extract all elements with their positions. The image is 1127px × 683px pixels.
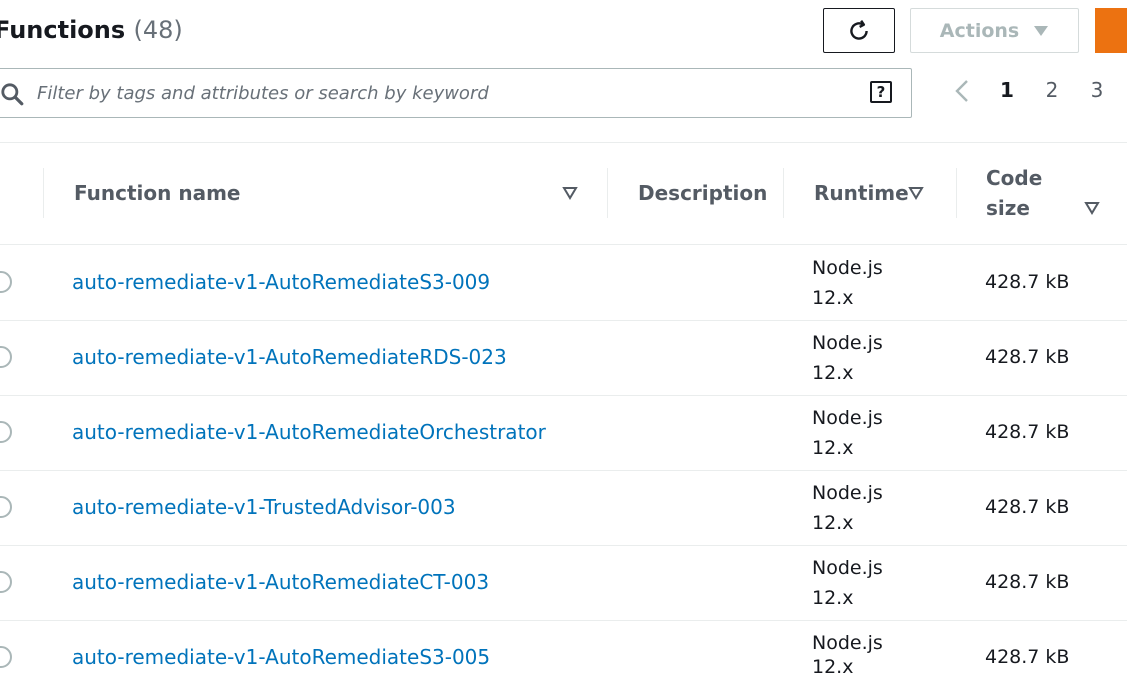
page-title: Functions (48): [0, 14, 183, 46]
page-2-button[interactable]: 2: [1040, 76, 1064, 104]
function-count: (48): [133, 16, 183, 44]
runtime-cell: Node.js: [812, 557, 883, 579]
row-select-radio[interactable]: [0, 421, 12, 443]
sort-icon[interactable]: [1084, 201, 1100, 215]
runtime-cell: Node.js: [812, 257, 883, 279]
actions-label: Actions: [939, 19, 1020, 42]
code-size-cell: 428.7 kB: [985, 571, 1070, 593]
runtime-version-cell: 12.x: [812, 437, 854, 459]
function-name-link[interactable]: auto-remediate-v1-AutoRemediateRDS-023: [72, 342, 507, 372]
code-size-cell: 428.7 kB: [985, 496, 1070, 518]
runtime-version-cell: 12.x: [812, 287, 854, 309]
column-header-code-size-line2[interactable]: size: [986, 193, 1030, 223]
row-divider: [0, 545, 1127, 546]
row-select-radio[interactable]: [0, 571, 12, 593]
caret-down-icon: [1034, 25, 1049, 36]
code-size-cell: 428.7 kB: [985, 646, 1070, 668]
column-separator: [956, 168, 957, 218]
runtime-cell: Node.js: [812, 332, 883, 354]
row-select-radio[interactable]: [0, 271, 12, 293]
create-function-button[interactable]: [1095, 8, 1127, 53]
row-divider: [0, 320, 1127, 321]
help-icon[interactable]: ?: [870, 81, 892, 103]
column-separator: [783, 168, 784, 218]
function-name-link[interactable]: auto-remediate-v1-AutoRemediateOrchestra…: [72, 417, 546, 447]
row-divider: [0, 470, 1127, 471]
column-header-function-name[interactable]: Function name: [74, 178, 241, 208]
row-divider: [0, 395, 1127, 396]
search-box: ?: [0, 68, 912, 118]
row-select-radio[interactable]: [0, 346, 12, 368]
runtime-version-cell: 12.x: [812, 512, 854, 534]
column-header-runtime[interactable]: Runtime: [814, 178, 909, 208]
row-select-radio[interactable]: [0, 496, 12, 518]
chevron-left-icon[interactable]: [952, 78, 972, 104]
column-header-code-size-line1[interactable]: Code: [986, 163, 1042, 193]
refresh-button[interactable]: [823, 8, 895, 53]
page-3-button[interactable]: 3: [1085, 76, 1109, 104]
code-size-cell: 428.7 kB: [985, 271, 1070, 293]
column-separator: [43, 168, 44, 218]
table-top-border: [0, 142, 1127, 143]
row-select-radio[interactable]: [0, 646, 12, 668]
function-name-link[interactable]: auto-remediate-v1-AutoRemediateS3-005: [72, 642, 490, 672]
sort-icon[interactable]: [562, 186, 578, 200]
row-divider: [0, 620, 1127, 621]
runtime-cell: Node.js: [812, 482, 883, 504]
runtime-version-cell: 12.x: [812, 362, 854, 384]
search-input[interactable]: [37, 71, 797, 115]
code-size-cell: 428.7 kB: [985, 421, 1070, 443]
runtime-version-cell: 12.x: [812, 587, 854, 609]
actions-dropdown-button[interactable]: Actions: [910, 8, 1079, 53]
table-header-border: [0, 244, 1127, 245]
runtime-version-cell: 12.x: [812, 656, 854, 678]
column-header-description: Description: [638, 181, 768, 205]
function-name-link[interactable]: auto-remediate-v1-AutoRemediateS3-009: [72, 267, 490, 297]
page-1-button[interactable]: 1: [995, 76, 1019, 104]
column-separator: [607, 168, 608, 218]
refresh-icon: [850, 19, 868, 40]
sort-icon[interactable]: [908, 186, 924, 200]
function-name-link[interactable]: auto-remediate-v1-AutoRemediateCT-003: [72, 567, 489, 597]
runtime-cell: Node.js: [812, 407, 883, 429]
search-icon: [1, 83, 24, 106]
page-title-text: Functions: [0, 16, 126, 44]
code-size-cell: 428.7 kB: [985, 346, 1070, 368]
function-name-link[interactable]: auto-remediate-v1-TrustedAdvisor-003: [72, 492, 456, 522]
